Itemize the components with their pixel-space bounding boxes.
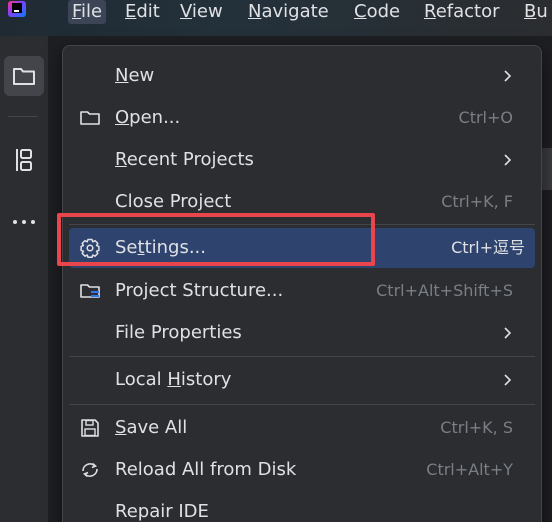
- menu-item-project-structure[interactable]: Project Structure... Ctrl+Alt+Shift+S: [63, 271, 541, 311]
- menu-item-label: Repair IDE: [115, 501, 209, 522]
- chevron-right-icon: [504, 70, 512, 82]
- structure-tool-button[interactable]: [4, 140, 44, 180]
- menu-navigate[interactable]: Navigate: [248, 0, 329, 24]
- folder-icon: [13, 68, 35, 85]
- menu-edit[interactable]: Edit: [125, 0, 160, 24]
- structure-icon: [16, 149, 32, 171]
- menu-build[interactable]: Bu: [524, 0, 548, 24]
- tool-separator: [8, 116, 38, 117]
- menu-item-label: Reload All from Disk: [115, 459, 297, 480]
- menu-item-recent-projects[interactable]: Recent Projects: [63, 140, 541, 180]
- menu-item-label: Local History: [115, 369, 232, 390]
- save-icon: [81, 419, 99, 437]
- menu-item-shortcut: Ctrl+逗号: [451, 238, 525, 257]
- menu-file[interactable]: File: [68, 0, 107, 24]
- menu-item-label: Open...: [115, 107, 181, 128]
- menu-item-reload-all[interactable]: Reload All from Disk Ctrl+Alt+Y: [63, 450, 541, 490]
- menu-item-label: Project Structure...: [115, 280, 284, 301]
- file-menu-popup: New Open... Ctrl+O Recent Projects Close…: [62, 45, 542, 522]
- app-logo-icon[interactable]: [8, 1, 26, 17]
- menu-item-shortcut: Ctrl+Alt+Y: [426, 460, 513, 479]
- project-structure-icon: [80, 284, 100, 298]
- menu-item-open[interactable]: Open... Ctrl+O: [63, 98, 541, 138]
- menu-view[interactable]: View: [180, 0, 223, 24]
- chevron-right-icon: [504, 374, 512, 386]
- menu-separator: [69, 356, 535, 357]
- menu-item-local-history[interactable]: Local History: [63, 360, 541, 400]
- menu-item-shortcut: Ctrl+Alt+Shift+S: [376, 281, 513, 300]
- menu-item-new[interactable]: New: [63, 56, 541, 96]
- highlight-annotation-box: [57, 213, 375, 266]
- menu-item-label: File Properties: [115, 322, 242, 343]
- menu-item-label: Recent Projects: [115, 149, 254, 170]
- menu-separator: [69, 404, 535, 405]
- menu-bar: File Edit View Navigate Code Refactor Bu: [0, 0, 552, 36]
- menu-item-save-all[interactable]: Save All Ctrl+K, S: [63, 408, 541, 448]
- project-tool-button[interactable]: [4, 56, 44, 96]
- menu-item-shortcut: Ctrl+K, F: [441, 192, 513, 211]
- menu-item-shortcut: Ctrl+O: [458, 108, 513, 127]
- more-icon: [13, 220, 35, 224]
- menu-item-file-properties[interactable]: File Properties: [63, 313, 541, 353]
- chevron-right-icon: [504, 327, 512, 339]
- menu-refactor[interactable]: Refactor: [424, 0, 500, 24]
- ide-window: File Edit View Navigate Code Refactor Bu: [0, 0, 552, 522]
- more-tools-button[interactable]: [4, 202, 44, 242]
- chevron-right-icon: [504, 154, 512, 166]
- folder-icon: [80, 111, 100, 125]
- menu-item-repair-ide[interactable]: Repair IDE: [63, 492, 541, 522]
- menu-item-shortcut: Ctrl+K, S: [440, 418, 513, 437]
- reload-icon: [82, 462, 98, 478]
- tool-window-strip: [0, 36, 48, 522]
- menu-item-label: New: [115, 65, 155, 86]
- menu-item-label: Save All: [115, 417, 188, 438]
- menu-code[interactable]: Code: [354, 0, 400, 24]
